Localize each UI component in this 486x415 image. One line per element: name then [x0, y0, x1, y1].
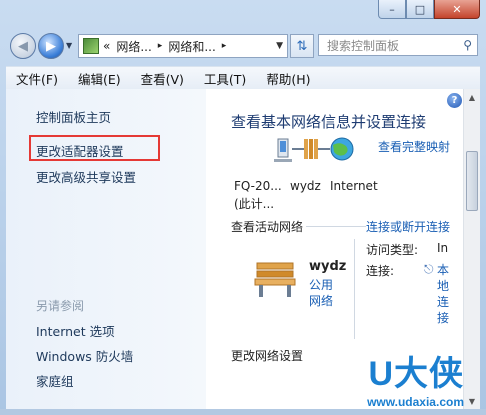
section-divider: [306, 226, 366, 227]
network-location-icon: [83, 38, 99, 54]
breadcrumb-network-internet[interactable]: 网络和...: [168, 38, 215, 55]
bench-network-icon: [304, 139, 318, 159]
breadcrumb-overflow[interactable]: «: [103, 39, 110, 53]
forward-button[interactable]: ▶: [38, 33, 64, 59]
bench-network-icon: [254, 262, 296, 297]
homegroup-link[interactable]: 家庭组: [36, 371, 74, 390]
change-network-settings-heading: 更改网络设置: [231, 349, 304, 363]
network-map-diagram: [274, 137, 354, 162]
search-input[interactable]: 搜索控制面板 ⚲: [318, 34, 478, 56]
window-controls: – □ ✕: [378, 0, 480, 19]
access-type-value: In: [437, 241, 449, 255]
breadcrumb-separator[interactable]: ▸: [158, 41, 163, 51]
menu-edit[interactable]: 编辑(E): [68, 69, 131, 88]
page-title: 查看基本网络信息并设置连接: [231, 113, 427, 131]
address-bar[interactable]: « 网络... ▸ 网络和... ▸ ▼: [78, 34, 288, 58]
see-full-map-link[interactable]: 查看完整映射: [378, 138, 450, 155]
watermark-url: www.udaxia.com: [367, 395, 464, 409]
change-sharing-settings-link[interactable]: 更改高级共享设置: [36, 167, 136, 186]
history-dropdown-icon[interactable]: ▼: [66, 41, 72, 50]
scrollbar-thumb[interactable]: [466, 151, 478, 211]
search-placeholder: 搜索控制面板: [327, 38, 400, 53]
globe-icon: [330, 137, 354, 161]
maximize-button[interactable]: □: [406, 0, 434, 19]
connect-disconnect-link[interactable]: 连接或断开连接: [366, 218, 450, 235]
see-also-heading: 另请参阅: [36, 299, 85, 313]
local-connection-link[interactable]: 本地连接: [437, 262, 451, 326]
connections-label: 连接:: [366, 264, 395, 278]
vertical-divider: [354, 239, 355, 339]
network-name: wydz: [309, 259, 347, 274]
internet-options-link[interactable]: Internet 选项: [36, 321, 115, 340]
back-button[interactable]: ◀: [10, 33, 36, 59]
network-node-label: wydz: [290, 179, 321, 193]
close-button[interactable]: ✕: [434, 0, 480, 19]
signal-bars-icon: ⎋: [424, 262, 434, 276]
menu-help[interactable]: 帮助(H): [256, 69, 320, 88]
active-networks-heading: 查看活动网络: [231, 220, 304, 234]
breadcrumb-network[interactable]: 网络...: [116, 38, 151, 55]
scroll-down-icon[interactable]: ▼: [465, 394, 479, 408]
refresh-button[interactable]: ⇅: [290, 34, 314, 58]
address-dropdown-icon[interactable]: ▼: [276, 41, 283, 51]
search-icon[interactable]: ⚲: [463, 38, 472, 52]
scroll-up-icon[interactable]: ▲: [465, 90, 479, 104]
breadcrumb-separator[interactable]: ▸: [222, 41, 227, 51]
menu-tools[interactable]: 工具(T): [194, 69, 256, 88]
refresh-icon: ⇅: [296, 38, 308, 54]
access-type-label: 访问类型:: [366, 243, 419, 257]
menu-file[interactable]: 文件(F): [6, 69, 68, 88]
computer-name-label-2: (此计...: [234, 197, 275, 211]
watermark: U大侠 www.udaxia.com: [367, 346, 464, 409]
window-bottom-border: [0, 409, 486, 415]
navigation-bar: ◀ ▶ ▼ « 网络... ▸ 网络和... ▸ ▼ ⇅ 搜索控制面板 ⚲: [8, 30, 478, 62]
computer-icon: [274, 138, 292, 162]
vertical-scrollbar[interactable]: ▲ ▼: [463, 89, 480, 409]
internet-node-label: Internet: [330, 179, 378, 193]
minimize-button[interactable]: –: [378, 0, 406, 19]
explorer-window: – □ ✕ ◀ ▶ ▼ « 网络... ▸ 网络和... ▸ ▼ ⇅ 搜索控制面…: [0, 0, 486, 415]
watermark-logo: U大侠: [368, 355, 464, 393]
arrow-right-icon: ▶: [46, 38, 56, 54]
task-pane: 控制面板主页 更改适配器设置 更改高级共享设置 另请参阅 Internet 选项…: [6, 89, 206, 409]
menu-bar: 文件(F) 编辑(E) 查看(V) 工具(T) 帮助(H): [6, 66, 480, 90]
change-adapter-settings-link[interactable]: 更改适配器设置: [36, 141, 124, 160]
control-panel-home-link[interactable]: 控制面板主页: [36, 107, 111, 126]
network-type-link[interactable]: 公用网络: [309, 277, 337, 309]
computer-name-label: FQ-20...: [234, 179, 282, 193]
menu-view[interactable]: 查看(V): [131, 69, 194, 88]
arrow-left-icon: ◀: [18, 38, 28, 54]
help-icon[interactable]: ?: [447, 93, 462, 108]
windows-firewall-link[interactable]: Windows 防火墙: [36, 346, 133, 365]
